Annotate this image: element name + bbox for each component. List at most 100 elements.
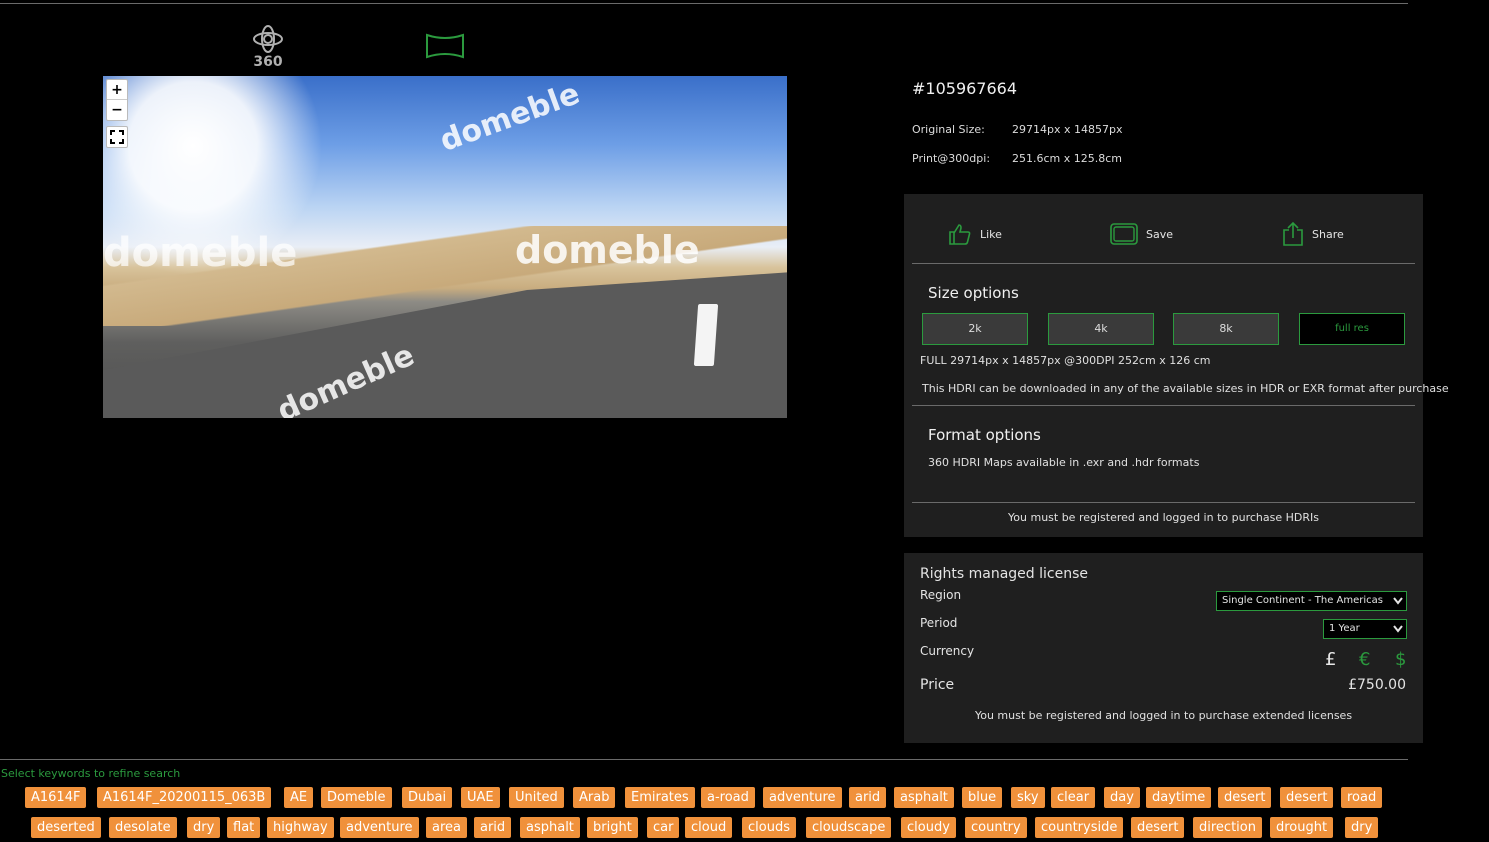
chevron-down-icon: [1393, 597, 1403, 605]
keyword-tag[interactable]: clouds: [742, 817, 796, 838]
size-note-text: This HDRI can be downloaded in any of th…: [922, 382, 1449, 395]
panorama-viewer[interactable]: domeble domeble domeble domeble + −: [103, 76, 787, 418]
keyword-tag[interactable]: Emirates: [625, 787, 695, 808]
keyword-tag[interactable]: A1614F_20200115_063B: [97, 787, 272, 808]
size-2k-button[interactable]: 2k: [922, 313, 1028, 345]
purchase-panel: Like Save Share Size options 2k 4k 8k fu…: [904, 194, 1449, 537]
view-flat-button[interactable]: [425, 32, 465, 60]
size-detail-text: FULL 29714px x 14857px @300DPI 252cm x 1…: [920, 354, 1211, 367]
keyword-tag[interactable]: cloudy: [901, 817, 956, 838]
original-size-value: 29714px x 14857px: [1012, 123, 1123, 136]
period-label: Period: [920, 616, 958, 630]
original-size-label: Original Size:: [912, 123, 985, 136]
keyword-tag[interactable]: cloudscape: [806, 817, 892, 838]
keyword-tag[interactable]: cloud: [685, 817, 733, 838]
fullscreen-button[interactable]: [106, 126, 128, 148]
keyword-tag[interactable]: deserted: [31, 817, 101, 838]
share-button[interactable]: Share: [1282, 220, 1344, 248]
keyword-tag[interactable]: blue: [962, 787, 1003, 808]
license-panel: Rights managed license Region Single Con…: [904, 553, 1423, 743]
chevron-down-icon: [1393, 625, 1403, 633]
save-button[interactable]: Save: [1110, 220, 1173, 248]
keyword-tag[interactable]: a-road: [701, 787, 755, 808]
keyword-tag[interactable]: desert: [1280, 787, 1334, 808]
format-options-title: Format options: [928, 426, 1041, 444]
region-select[interactable]: Single Continent - The Americas: [1216, 591, 1407, 611]
keyword-tag[interactable]: daytime: [1146, 787, 1212, 808]
watermark: domeble: [435, 76, 585, 159]
currency-label: Currency: [920, 644, 975, 658]
keyword-tag[interactable]: adventure: [763, 787, 842, 808]
divider: [912, 405, 1415, 406]
top-divider: [0, 3, 1408, 4]
keyword-tag[interactable]: bright: [587, 817, 638, 838]
watermark: domeble: [515, 228, 700, 272]
keyword-tag[interactable]: arid: [474, 817, 512, 838]
region-label: Region: [920, 588, 962, 602]
save-frame-icon: [1110, 223, 1138, 245]
keyword-tag[interactable]: car: [647, 817, 680, 838]
view-360-label: 360: [253, 54, 283, 70]
flat-panorama-icon: [426, 33, 464, 59]
keywords-divider: [0, 759, 1408, 760]
keyword-tag[interactable]: direction: [1193, 817, 1262, 838]
keyword-tag[interactable]: clear: [1051, 787, 1096, 808]
keyword-tag[interactable]: road: [1341, 787, 1383, 808]
size-8k-button[interactable]: 8k: [1173, 313, 1279, 345]
period-value: 1 Year: [1329, 623, 1360, 634]
license-notice: You must be registered and logged in to …: [974, 709, 1353, 722]
zoom-control: + −: [106, 79, 128, 121]
divider: [912, 502, 1415, 503]
keyword-tag[interactable]: Dubai: [402, 787, 453, 808]
period-select[interactable]: 1 Year: [1323, 619, 1407, 639]
keyword-tag[interactable]: Arab: [573, 787, 616, 808]
keyword-tag[interactable]: drought: [1270, 817, 1334, 838]
fullscreen-icon: [110, 130, 124, 144]
keyword-tag[interactable]: desolate: [109, 817, 177, 838]
size-full-res-button[interactable]: full res: [1299, 313, 1405, 345]
price-value: £750.00: [1348, 677, 1406, 693]
keyword-tag[interactable]: UAE: [461, 787, 500, 808]
price-label: Price: [920, 677, 955, 693]
keyword-tag[interactable]: A1614F: [25, 787, 87, 808]
currency-usd-button[interactable]: $: [1395, 649, 1406, 670]
keyword-tag[interactable]: desert: [1131, 817, 1185, 838]
keyword-tag[interactable]: day: [1104, 787, 1140, 808]
keyword-tag[interactable]: AE: [284, 787, 314, 808]
keyword-tag[interactable]: highway: [267, 817, 334, 838]
license-title: Rights managed license: [920, 566, 1088, 582]
keyword-tag[interactable]: asphalt: [520, 817, 580, 838]
view-360-button[interactable]: 360: [250, 24, 286, 70]
region-value: Single Continent - The Americas: [1222, 595, 1384, 606]
keyword-tag[interactable]: dry: [1345, 817, 1379, 838]
keyword-tag[interactable]: Domeble: [321, 787, 392, 808]
share-icon: [1283, 221, 1303, 246]
currency-eur-button[interactable]: €: [1359, 649, 1370, 670]
zoom-in-button[interactable]: +: [107, 80, 127, 100]
keyword-tag[interactable]: area: [426, 817, 467, 838]
keyword-tag[interactable]: arid: [849, 787, 887, 808]
keyword-tag[interactable]: dry: [187, 817, 221, 838]
keyword-tag[interactable]: United: [509, 787, 564, 808]
keyword-tag[interactable]: adventure: [340, 817, 419, 838]
keyword-tag[interactable]: flat: [227, 817, 261, 838]
format-options-text: 360 HDRI Maps available in .exr and .hdr…: [928, 456, 1200, 469]
orbit-icon: [253, 25, 283, 53]
size-4k-button[interactable]: 4k: [1048, 313, 1154, 345]
watermark: domeble: [103, 230, 298, 276]
divider: [912, 263, 1415, 264]
keyword-tag[interactable]: countryside: [1035, 817, 1124, 838]
save-label: Save: [1146, 227, 1174, 241]
keyword-tag[interactable]: sky: [1011, 787, 1045, 808]
like-button[interactable]: Like: [948, 220, 1002, 248]
thumbs-up-icon: [949, 224, 971, 245]
zoom-out-button[interactable]: −: [107, 100, 127, 120]
share-label: Share: [1312, 227, 1344, 241]
keyword-tag[interactable]: asphalt: [894, 787, 954, 808]
currency-gbp-button[interactable]: £: [1325, 649, 1336, 670]
keyword-tag[interactable]: desert: [1218, 787, 1272, 808]
keyword-tag[interactable]: country: [965, 817, 1027, 838]
print-size-label: Print@300dpi:: [912, 152, 991, 165]
image-id: #105967664: [912, 79, 1018, 98]
purchase-notice: You must be registered and logged in to …: [1008, 511, 1319, 524]
